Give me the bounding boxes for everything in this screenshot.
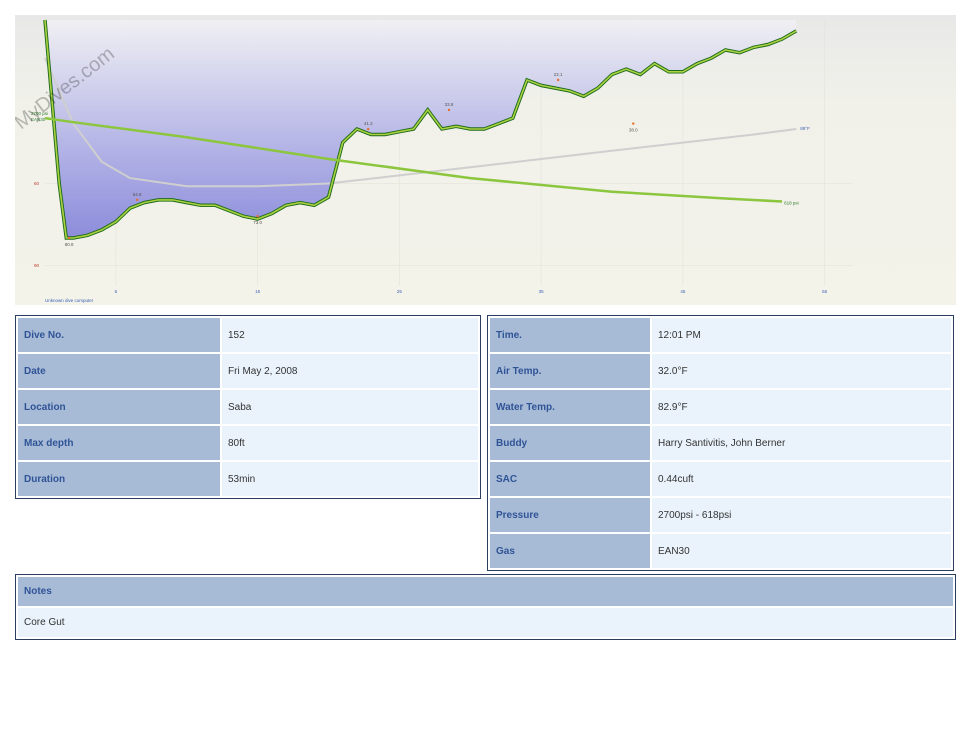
max-depth-value: 80ft <box>222 426 478 460</box>
depth-marker-label: 80.8 <box>65 242 74 247</box>
depth-marker-dot <box>135 198 139 202</box>
depth-marker-dot <box>367 127 370 131</box>
time-label: Time. <box>490 318 650 352</box>
depth-marker-label: 38.0 <box>629 128 638 133</box>
table-row: Buddy Harry Santivitis, John Berner <box>490 426 951 460</box>
table-row: Duration 53min <box>18 462 478 496</box>
sac-value: 0.44cuft <box>652 462 951 496</box>
time-value: 12:01 PM <box>652 318 951 352</box>
max-depth-label: Max depth <box>18 426 220 460</box>
table-row: Max depth 80ft <box>18 426 478 460</box>
water-temp-label: Water Temp. <box>490 390 650 424</box>
air-temp-value: 32.0°F <box>652 354 951 388</box>
temperature-end-label: 89°F <box>800 126 810 131</box>
x-tick-label: 25 <box>397 289 403 294</box>
buddy-label: Buddy <box>490 426 650 460</box>
notes-value: Core Gut <box>18 608 953 637</box>
dive-info-table: Dive No. 152 Date Fri May 2, 2008 Locati… <box>15 315 481 499</box>
table-row: Water Temp. 82.9°F <box>490 390 951 424</box>
location-value: Saba <box>222 390 478 424</box>
dive-number-label: Dive No. <box>18 318 220 352</box>
depth-marker-label: 73.0 <box>253 220 262 225</box>
depth-marker-dot <box>67 236 71 240</box>
air-temp-label: Air Temp. <box>490 354 650 388</box>
depth-marker-label: 41.2 <box>364 121 373 126</box>
location-label: Location <box>18 390 220 424</box>
pressure-end-label: 618 psi <box>784 201 799 206</box>
duration-value: 53min <box>222 462 478 496</box>
pressure-label: Pressure <box>490 498 650 532</box>
depth-marker-dot <box>256 215 259 218</box>
table-row: Gas EAN30 <box>490 534 951 568</box>
table-row: Dive No. 152 <box>18 318 478 352</box>
depth-marker-label: 33.8 <box>445 102 454 107</box>
table-row: Date Fri May 2, 2008 <box>18 354 478 388</box>
buddy-value: Harry Santivitis, John Berner <box>652 426 951 460</box>
table-row: Air Temp. 32.0°F <box>490 354 951 388</box>
table-row: Location Saba <box>18 390 478 424</box>
x-tick-label: 35 <box>539 289 545 294</box>
duration-label: Duration <box>18 462 220 496</box>
water-temp-value: 82.9°F <box>652 390 951 424</box>
depth-marker-label: 22.1 <box>554 72 563 77</box>
x-tick-label: 45 <box>680 289 686 294</box>
table-row: SAC 0.44cuft <box>490 462 951 496</box>
dive-profile-chart: 5 15 25 35 45 556090 80.864.873.041.233.822.1… <box>15 15 956 305</box>
table-row: Notes <box>18 577 953 606</box>
pressure-value: 2700psi - 618psi <box>652 498 951 532</box>
dive-computer-label: Unknown dive computer <box>45 298 94 303</box>
sac-label: SAC <box>490 462 650 496</box>
depth-marker-dot <box>447 108 451 112</box>
depth-marker-label: 64.8 <box>133 192 142 197</box>
x-tick-label: 15 <box>255 289 261 294</box>
depth-marker-dot <box>632 122 635 125</box>
dive-number-value: 152 <box>222 318 478 352</box>
dive-details-table: Time. 12:01 PM Air Temp. 32.0°F Water Te… <box>487 315 954 571</box>
table-row: Time. 12:01 PM <box>490 318 951 352</box>
depth-marker-dot <box>556 78 560 82</box>
notes-table: Notes Core Gut <box>15 574 956 640</box>
date-label: Date <box>18 354 220 388</box>
gas-value: EAN30 <box>652 534 951 568</box>
y-tick-label: 60 <box>34 181 40 186</box>
y-tick-label: 90 <box>34 263 40 268</box>
date-value: Fri May 2, 2008 <box>222 354 478 388</box>
notes-label: Notes <box>18 577 953 606</box>
x-tick-label: 55 <box>822 289 828 294</box>
table-row: Pressure 2700psi - 618psi <box>490 498 951 532</box>
table-row: Core Gut <box>18 608 953 637</box>
gas-label: Gas <box>490 534 650 568</box>
